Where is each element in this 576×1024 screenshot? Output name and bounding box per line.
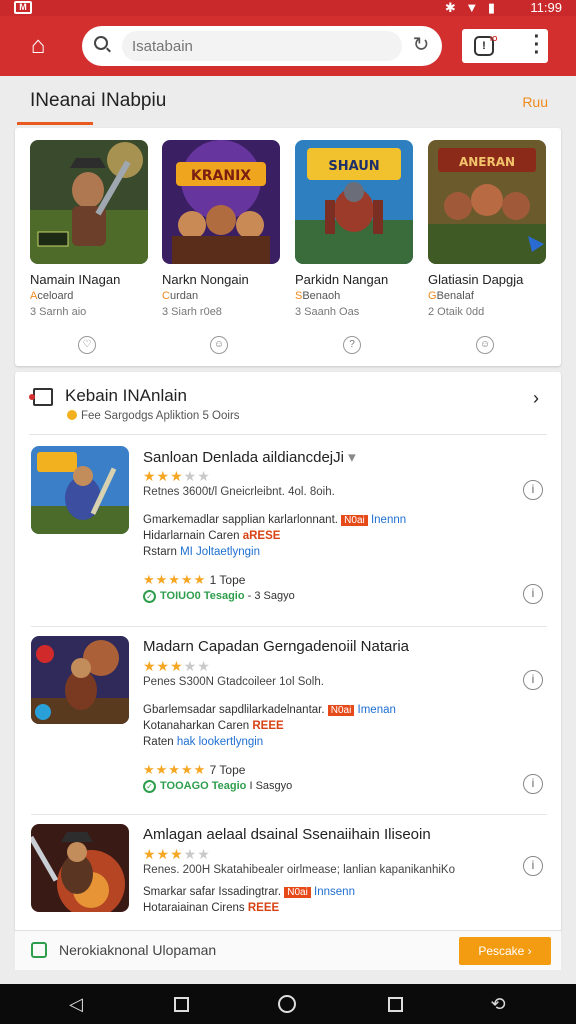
search-input[interactable]: [122, 31, 402, 61]
featured-app-1[interactable]: Namain INagan Aceloard 3 Sarnh aio ♡: [30, 140, 148, 360]
info-icon[interactable]: i: [523, 774, 543, 794]
app-title: Amlagan aelaal dsainal Ssenaiihain Ilise…: [143, 826, 431, 843]
list-item[interactable]: Sanloan Denlada aildiancdejJi ▾ ★★★★★ Re…: [15, 436, 561, 622]
featured-app-meta: 3 Sarnh aio: [30, 306, 87, 318]
app-description: Hotaraiainan Cirens REEE: [143, 902, 280, 914]
rotate-icon[interactable]: ⟲: [486, 994, 510, 1014]
notification-badge: IO: [490, 36, 498, 43]
user-rating: ★★★★★ 7 Tope: [143, 762, 246, 777]
new-tag: N0ai: [341, 515, 368, 526]
system-navigation-bar: ◁ ⟲: [0, 984, 576, 1024]
featured-app-thumbnail: KRANIX: [162, 140, 280, 264]
info-icon[interactable]: i: [523, 584, 543, 604]
list-subtitle: Fee Sargodgs Apliktion 5 Ooirs: [67, 410, 240, 422]
app-description: Kotanaharkan Caren REEE: [143, 720, 284, 732]
featured-app-name: Parkidn Nangan: [295, 272, 389, 287]
favorite-icon[interactable]: ☺: [476, 336, 494, 354]
featured-app-thumbnail: [30, 140, 148, 264]
app-list-card: Kebain INAnlain Fee Sargodgs Apliktion 5…: [15, 372, 561, 932]
featured-app-thumbnail: ANERAN: [428, 140, 546, 264]
coin-icon: [67, 410, 77, 420]
chevron-right-icon[interactable]: ›: [533, 388, 539, 409]
featured-app-thumbnail: SHAUN: [295, 140, 413, 264]
section-title: INeanai INabpiu: [30, 90, 167, 111]
app-description: Gbarlemsadar sapdlilarkadelnantar. N0ai …: [143, 704, 396, 716]
featured-app-developer: GBenalaf: [428, 290, 474, 302]
new-tag: N0ai: [327, 705, 355, 716]
favorite-icon[interactable]: ?: [343, 336, 361, 354]
search-bar[interactable]: ↻: [82, 26, 442, 66]
more-options-icon[interactable]: · · ·: [532, 27, 542, 63]
list-title: Kebain INAnlain: [65, 386, 187, 405]
star-rating: ★★★★★: [143, 846, 211, 862]
app-description: Gmarkemadlar sapplian karlarlonnant. N0a…: [143, 514, 407, 526]
download-badge-icon: ✓: [143, 590, 156, 603]
section-underline: [17, 122, 93, 125]
featured-app-meta: 3 Siarh r0e8: [162, 306, 222, 318]
promo-button[interactable]: Pescake ›: [459, 937, 551, 965]
refresh-icon[interactable]: ↻: [410, 34, 432, 56]
list-item[interactable]: Madarn Capadan Gerngadenoiil Nataria ★★★…: [15, 626, 561, 812]
info-icon[interactable]: i: [523, 856, 543, 876]
app-notification-icon: M: [14, 1, 32, 14]
promo-text: Nerokiaknonal Ulopaman: [59, 942, 217, 958]
featured-app-developer: SBenaoh: [295, 290, 341, 302]
featured-app-name: Namain INagan: [30, 272, 121, 287]
star-rating: ★★★★★: [143, 468, 211, 484]
featured-app-meta: 2 Otaik 0dd: [428, 306, 485, 318]
back-icon[interactable]: ◁: [64, 994, 88, 1014]
recents-icon[interactable]: [388, 997, 403, 1012]
app-description: Hidarlarnain Caren aRESE: [143, 530, 281, 542]
app-thumbnail: [31, 636, 129, 724]
app-size-info: Renes. 200H Skatahibealer oirlmease; lan…: [143, 864, 455, 876]
download-badge-icon: ✓: [143, 780, 156, 793]
system-status-icons: ✱ ▼ ▮: [444, 0, 498, 15]
list-item[interactable]: Amlagan aelaal dsainal Ssenaiihain Ilise…: [15, 814, 561, 932]
app-title: Madarn Capadan Gerngadenoiil Nataria: [143, 638, 410, 655]
status-clock: 11:99: [530, 0, 562, 15]
section-more-link[interactable]: Ruu: [522, 94, 548, 110]
svg-text:SHAUN: SHAUN: [328, 159, 379, 174]
download-info: ✓ TOOAGO Teagio I Sasgyo: [143, 780, 292, 793]
app-size-info: Penes S300N Gtadcoileer 1ol Solh.: [143, 676, 324, 688]
favorite-icon[interactable]: ♡: [78, 336, 96, 354]
app-thumbnail: [31, 824, 129, 912]
new-tag: N0ai: [284, 887, 311, 898]
overview-icon[interactable]: [174, 997, 189, 1012]
featured-app-name: Narkn Nongain: [162, 272, 249, 287]
app-thumbnail: [31, 446, 129, 534]
info-icon[interactable]: i: [523, 670, 543, 690]
info-icon[interactable]: i: [523, 480, 543, 500]
app-title: Sanloan Denlada aildiancdejJi ▾: [143, 449, 356, 466]
status-bar: M ✱ ▼ ▮ 11:99: [0, 0, 576, 16]
svg-text:ANERAN: ANERAN: [459, 155, 515, 169]
top-app-bar: ⌂ ↻ !IO ···: [0, 16, 576, 76]
download-info: ✓ TOIUO0 Tesagio - 3 Sagyo: [143, 590, 295, 603]
bottom-promo-bar: Nerokiaknonal Ulopaman Pescake ›: [15, 930, 561, 970]
notification-icon[interactable]: ! IO: [474, 36, 497, 56]
star-rating: ★★★★★: [143, 658, 211, 674]
featured-app-name: Glatiasin Dapgja: [428, 272, 524, 287]
featured-app-4[interactable]: ANERAN Glatiasin Dapgja GBenalaf 2 Otaik…: [428, 140, 546, 360]
featured-app-developer: Aceloard: [30, 290, 74, 302]
svg-text:KRANIX: KRANIX: [191, 168, 251, 184]
featured-app-2[interactable]: KRANIX Narkn Nongain Curdan 3 Siarh r0e8…: [162, 140, 280, 360]
featured-apps-card: Namain INagan Aceloard 3 Sarnh aio ♡ KRA…: [15, 128, 561, 366]
search-icon: [94, 36, 108, 50]
home-icon[interactable]: ⌂: [18, 30, 58, 62]
featured-app-3[interactable]: SHAUN Parkidn Nangan SBenaoh 3 Saanh Oas…: [295, 140, 413, 360]
user-rating: ★★★★★ 1 Tope: [143, 572, 246, 587]
app-description: Rstarn MI Joltaetlyngin: [143, 546, 260, 558]
promo-icon: [31, 942, 47, 958]
favorite-icon[interactable]: ☺: [210, 336, 228, 354]
featured-app-meta: 3 Saanh Oas: [295, 306, 360, 318]
app-size-info: Retnes 3600t/l Gneicrleibnt. 4ol. 8oih.: [143, 486, 335, 498]
top-actions-panel: ! IO · · ·: [462, 27, 548, 63]
home-nav-icon[interactable]: [278, 995, 296, 1013]
app-description: Smarkar safar Issadingtrar. N0ai Innsenn: [143, 886, 355, 898]
category-icon: [29, 388, 53, 406]
divider: [29, 434, 547, 435]
featured-app-developer: Curdan: [162, 290, 199, 302]
app-description: Raten hak lookertlyngin: [143, 736, 264, 748]
